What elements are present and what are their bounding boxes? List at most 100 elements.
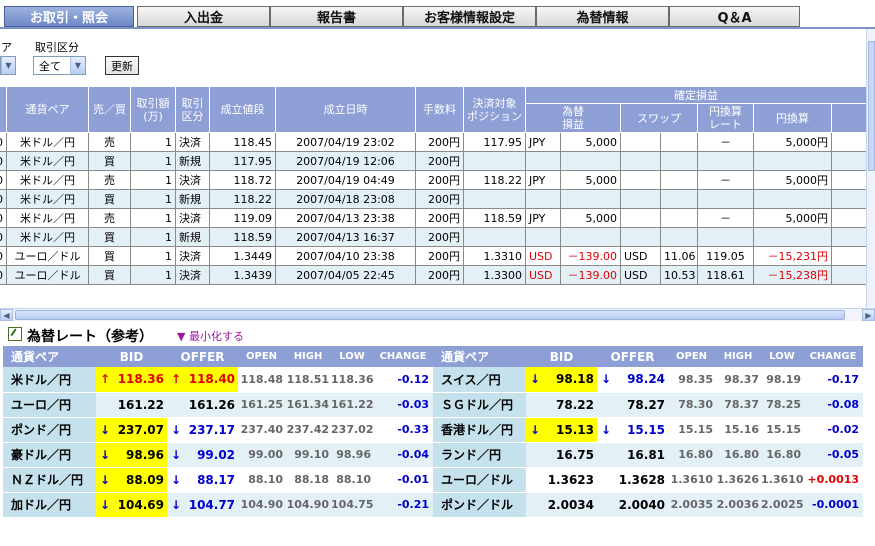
cell-kind: 決済 [175,265,210,285]
update-button[interactable]: 更新 [105,56,139,75]
col-kind: 取引 区分 [175,86,210,133]
rate-row[interactable]: ポンド／円 ↓ 237.07 ↓ 237.17 237.40 237.42 237.02 -0.… [3,417,434,443]
cell-rate: 119.05 [697,246,754,266]
cell-swap-cur: USD [620,246,661,266]
arrow-slot [526,492,540,518]
rate-high: 1.3626 [715,467,762,493]
arrow-slot [597,467,612,493]
scroll-thumb[interactable] [15,310,845,320]
arrow-down-icon: ↓ [526,367,540,393]
col-change: CHANGE [373,346,434,367]
arrow-up-icon: ↑ [96,367,110,393]
cell-datetime: 2007/04/18 23:08 [275,189,416,209]
arrow-down-icon: ↓ [167,442,181,468]
cell-side: 買 [88,246,131,266]
table-row: 0ユーロ／ドル買1決済1.34492007/04/10 23:38200円1.3… [0,246,866,266]
cell-datetime: 2007/04/10 23:38 [275,246,416,266]
table-row: 0米ドル／円買1新規118.222007/04/18 23:08200円 [0,189,866,209]
cell-kind: 決済 [175,246,210,266]
cell-kind: 新規 [175,189,210,209]
cell-fee: 200円 [415,265,464,285]
rate-row[interactable]: 加ドル／円 ↓ 104.69 ↓ 104.77 104.90 104.90 104.75 -0.… [3,492,434,518]
trade-type-select[interactable]: 全て ▼ [33,56,86,75]
vertical-scrollbar[interactable] [866,29,875,309]
col-fx-pl: 為替 損益 [525,103,621,133]
rate-pair: ポンド／円 [3,417,96,443]
scroll-left-icon[interactable]: ◀ [0,309,13,321]
rate-bid: 98.96 [110,442,168,468]
cell-yen: 5,000円 [753,170,832,190]
cell-datetime: 2007/04/13 16:37 [275,227,416,247]
rate-change: -0.33 [373,417,434,443]
rate-row[interactable]: スイス／円 ↓ 98.18 ↓ 98.24 98.35 98.37 98.19 -0.17 [433,367,864,393]
cell-extra [830,208,866,228]
scroll-thumb[interactable] [868,41,875,171]
scroll-right-icon[interactable]: ▶ [862,309,875,321]
rate-row[interactable]: ＳＧドル／円 78.22 78.27 78.30 78.37 78.25 -0.08 [433,392,864,418]
cell-side: 売 [88,132,131,152]
cell-swap-cur [620,227,661,247]
rate-row[interactable]: ランド／円 16.75 16.81 16.80 16.80 16.80 -0.05 [433,442,864,468]
chevron-down-icon: ▼ [1,57,15,74]
rate-offer: 15.15 [611,417,669,443]
cell-cur [525,189,561,209]
rate-table-left: 通貨ペア BID OFFER OPEN HIGH LOW CHANGE 米ドル／… [3,346,434,518]
rate-bid: 104.69 [110,492,168,518]
cell-position [463,227,526,247]
arrow-down-icon: ↓ [167,492,181,518]
cell-price: 1.3439 [209,265,276,285]
tab-deposit[interactable]: 入出金 [137,6,270,27]
rate-change: -0.05 [803,442,864,468]
cell-pair: 米ドル／円 [6,189,89,209]
rate-low: 237.02 [331,417,373,443]
rate-change: -0.21 [373,492,434,518]
cell-extra [830,189,866,209]
filter-area: ア 取引区分 ▼ 全て ▼ 更新 [0,29,875,86]
cell-price: 118.22 [209,189,276,209]
rate-bid: 161.22 [110,392,168,418]
col-change: CHANGE [803,346,864,367]
col-extra [830,103,866,133]
col-position: 決済対象 ポジション [463,86,526,133]
rate-pair: 香港ドル／円 [433,417,526,443]
table-row: 0米ドル／円買1新規118.592007/04/13 16:37200円 [0,227,866,247]
cell-price: 118.72 [209,170,276,190]
arrow-slot [597,492,612,518]
cutoff-select[interactable]: ▼ [0,56,16,75]
rate-row[interactable]: 香港ドル／円 ↓ 15.13 ↓ 15.15 15.15 15.16 15.15 -0.02 [433,417,864,443]
table-row: 0ユーロ／ドル買1決済1.34392007/04/05 22:45200円1.3… [0,265,866,285]
cell-price: 117.95 [209,151,276,171]
rate-row[interactable]: 豪ドル／円 ↓ 98.96 ↓ 99.02 99.00 99.10 98.96 -0.04 [3,442,434,468]
rate-offer: 237.17 [181,417,239,443]
cell-price: 118.45 [209,132,276,152]
tab-reports[interactable]: 報告書 [270,6,403,27]
rate-low: 118.36 [331,367,373,393]
tab-trading[interactable]: お取引・照会 [4,6,134,27]
top-tab-bar: お取引・照会 入出金 報告書 お客様情報設定 為替情報 Q＆A [0,0,875,29]
horizontal-scrollbar[interactable]: ◀ ▶ [0,308,875,321]
rate-low: 161.22 [331,392,373,418]
arrow-down-icon: ↓ [167,417,181,443]
rate-row[interactable]: 米ドル／円 ↑ 118.36 ↑ 118.40 118.48 118.51 118.36 -0.… [3,367,434,393]
cell-pair: ユーロ／ドル [6,246,89,266]
tab-fx-info[interactable]: 為替情報 [536,6,669,27]
rate-row[interactable]: ＮＺドル／円 ↓ 88.09 ↓ 88.17 88.10 88.18 88.10 -0.01 [3,467,434,493]
rate-row[interactable]: ポンド／ドル 2.0034 2.0040 2.0035 2.0036 2.0025 -0.0… [433,492,864,518]
cell-fx-pl: 5,000 [560,208,621,228]
minimize-link[interactable]: ▼ 最小化する [177,328,244,344]
rate-row[interactable]: ユーロ／円 161.22 161.26 161.25 161.34 161.22 -0.03 [3,392,434,418]
rate-low: 98.19 [761,367,804,393]
rate-low: 104.75 [331,492,373,518]
cell-price: 118.59 [209,227,276,247]
cell-yen [753,189,832,209]
rate-row[interactable]: ユーロ／ドル 1.3623 1.3628 1.3610 1.3626 1.3610 +0.0… [433,467,864,493]
col-datetime: 成立日時 [275,86,416,133]
arrow-down-icon: ↓ [526,417,540,443]
cell-cur [525,227,561,247]
tab-qa[interactable]: Q＆A [669,6,800,27]
rate-low: 2.0025 [761,492,803,518]
table-row: 0米ドル／円売1決済119.092007/04/13 23:38200円118.… [0,208,866,228]
col-low: LOW [761,346,804,367]
tab-customer-settings[interactable]: お客様情報設定 [403,6,536,27]
cell-swap-cur: USD [620,265,661,285]
